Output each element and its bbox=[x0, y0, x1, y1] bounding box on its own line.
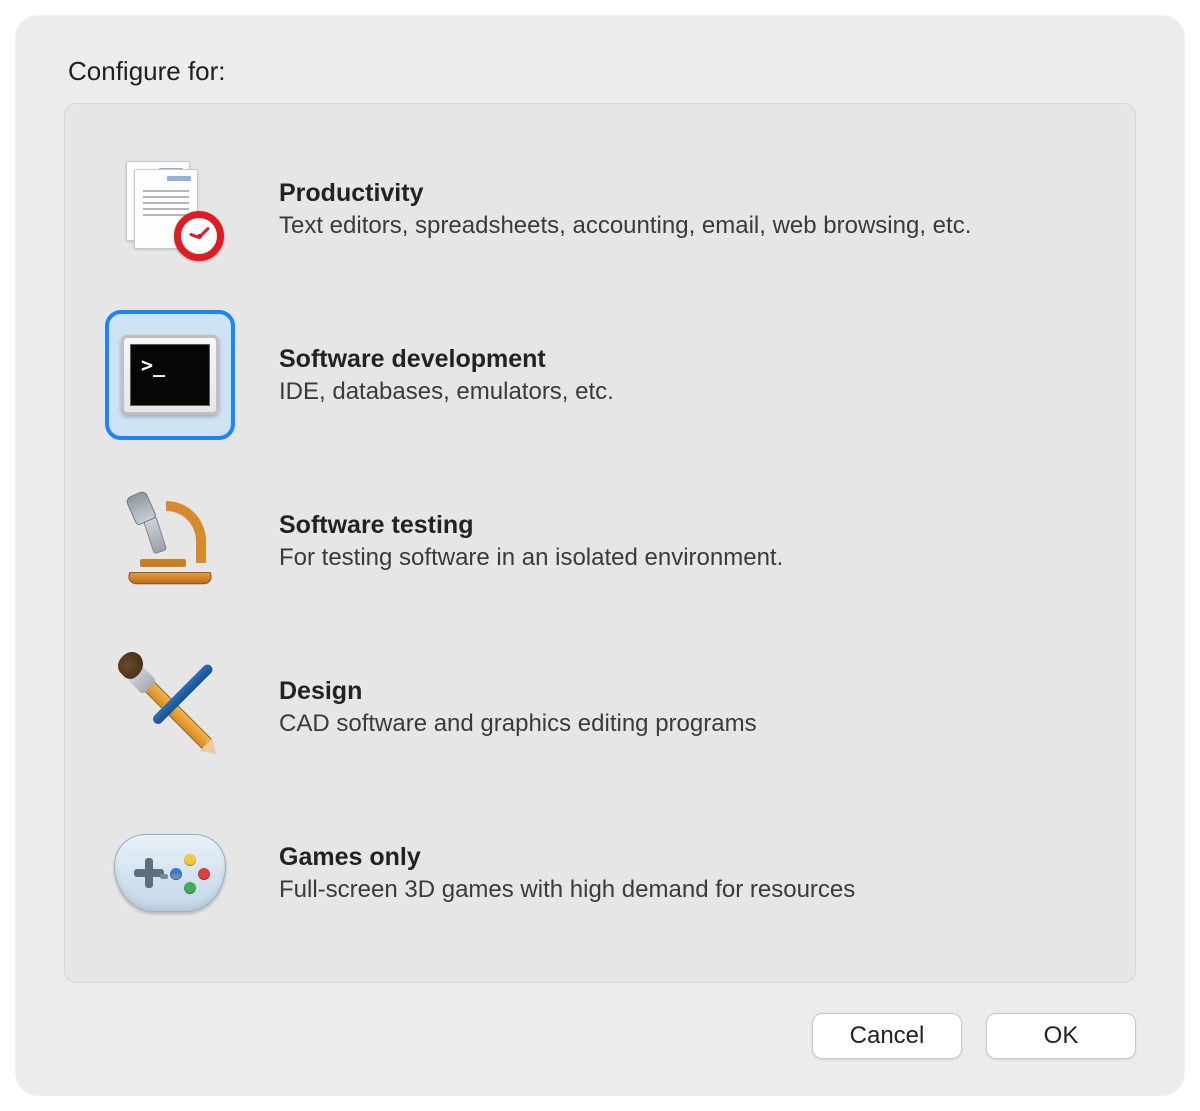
option-software-testing[interactable]: Software testing For testing software in… bbox=[101, 476, 1099, 606]
dialog-footer: Cancel OK bbox=[64, 1013, 1136, 1059]
terminal-icon: >_ bbox=[105, 310, 235, 440]
option-desc: IDE, databases, emulators, etc. bbox=[279, 378, 614, 406]
option-desc: Full-screen 3D games with high demand fo… bbox=[279, 876, 855, 904]
configure-dialog: Configure for: bbox=[16, 16, 1184, 1095]
cancel-button[interactable]: Cancel bbox=[812, 1013, 962, 1059]
productivity-icon bbox=[105, 144, 235, 274]
option-title: Software testing bbox=[279, 511, 783, 540]
option-desc: Text editors, spreadsheets, accounting, … bbox=[279, 212, 971, 240]
option-productivity[interactable]: Productivity Text editors, spreadsheets,… bbox=[101, 144, 1099, 274]
option-title: Design bbox=[279, 677, 757, 706]
option-games-only[interactable]: Games only Full-screen 3D games with hig… bbox=[101, 808, 1099, 938]
option-design[interactable]: Design CAD software and graphics editing… bbox=[101, 642, 1099, 772]
option-title: Productivity bbox=[279, 179, 971, 208]
option-title: Software development bbox=[279, 345, 614, 374]
options-panel: Productivity Text editors, spreadsheets,… bbox=[64, 103, 1136, 983]
option-desc: CAD software and graphics editing progra… bbox=[279, 710, 757, 738]
game-controller-icon bbox=[105, 808, 235, 938]
dialog-heading: Configure for: bbox=[64, 56, 1136, 87]
option-title: Games only bbox=[279, 843, 855, 872]
option-software-development[interactable]: >_ Software development IDE, databases, … bbox=[101, 310, 1099, 440]
option-desc: For testing software in an isolated envi… bbox=[279, 544, 783, 572]
brush-pencil-icon bbox=[105, 642, 235, 772]
microscope-icon bbox=[105, 476, 235, 606]
ok-button[interactable]: OK bbox=[986, 1013, 1136, 1059]
